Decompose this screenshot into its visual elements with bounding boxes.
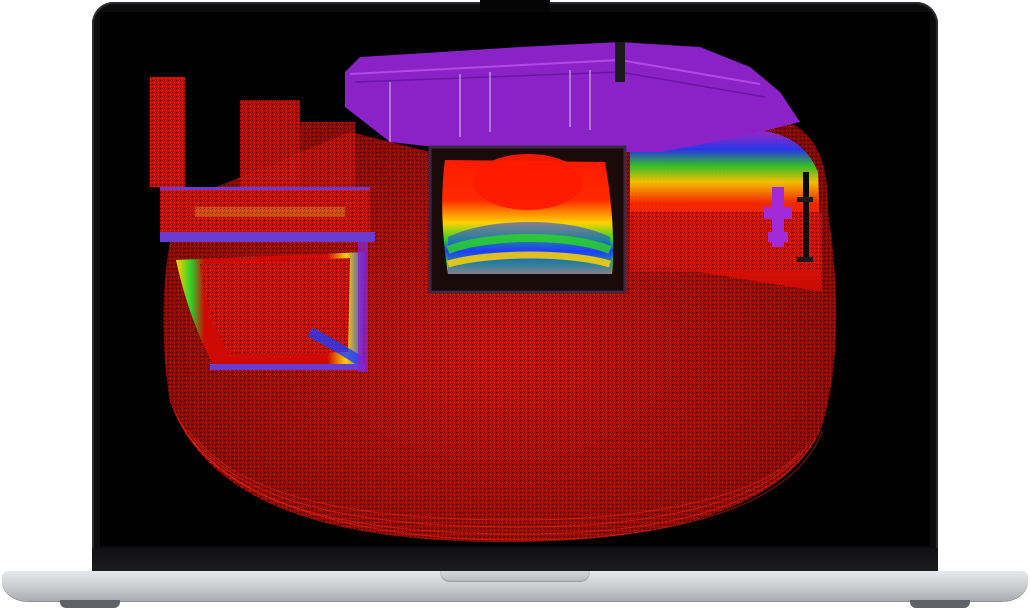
screen-chin	[92, 548, 938, 572]
laptop-screen	[100, 12, 930, 546]
left-wall-fragment	[150, 77, 185, 187]
trackpad-notch	[440, 571, 590, 582]
ceiling-cloud	[345, 42, 800, 152]
right-foot	[910, 600, 970, 608]
left-foot	[60, 600, 120, 608]
point-cloud-view	[150, 42, 837, 543]
